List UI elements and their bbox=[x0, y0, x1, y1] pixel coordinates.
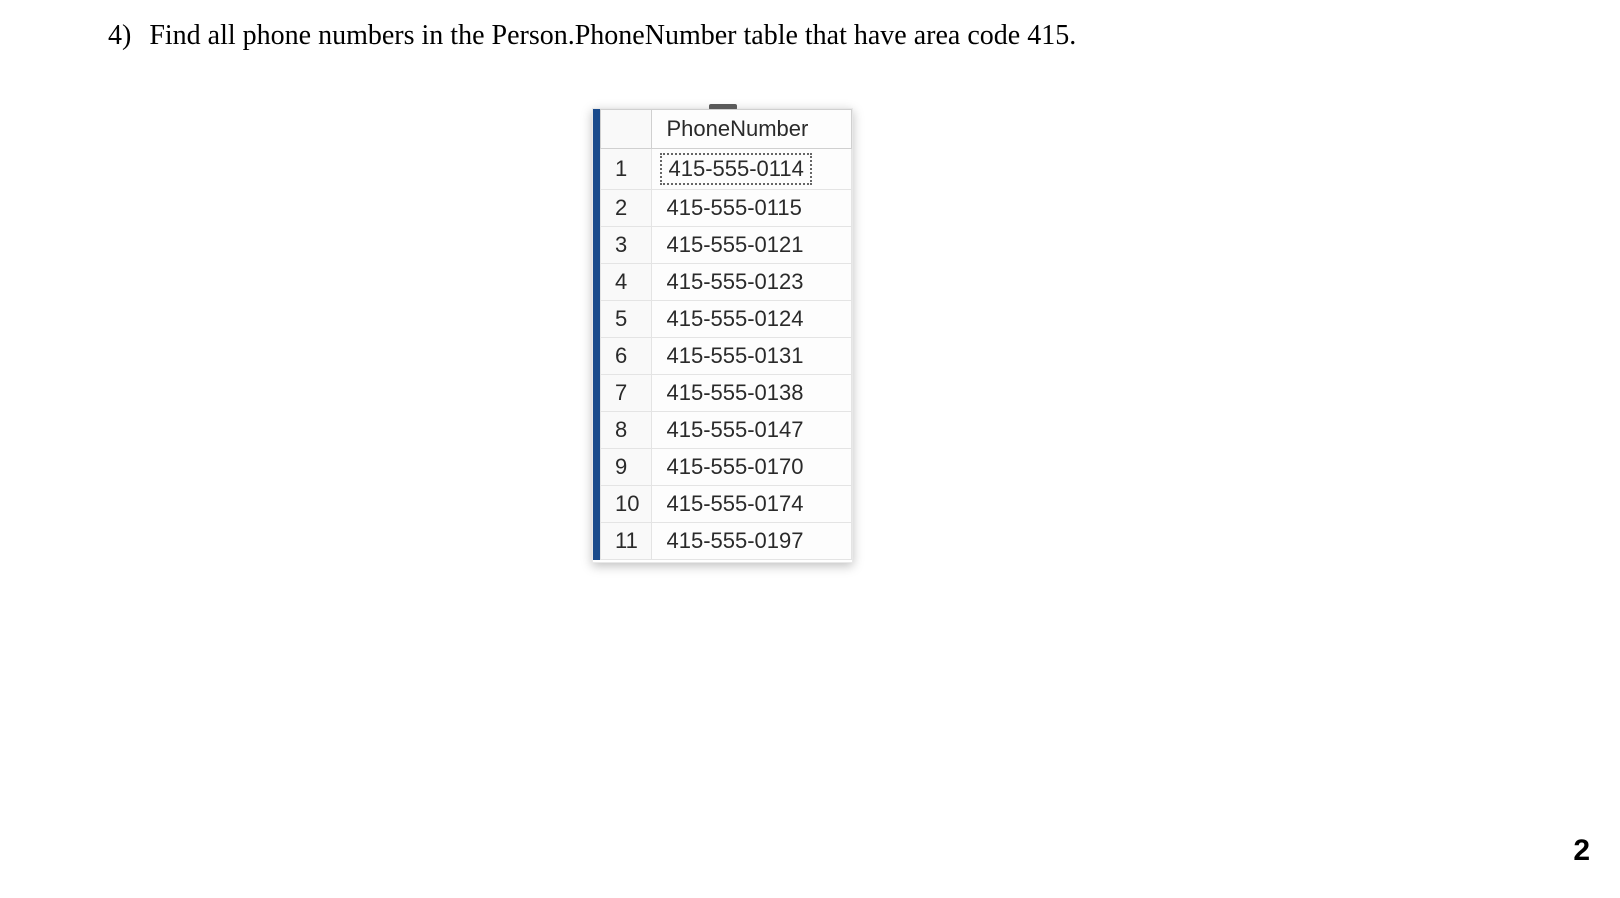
row-number: 10 bbox=[601, 486, 652, 523]
cell-phone[interactable]: 415-555-0147 bbox=[652, 412, 852, 449]
cell-phone[interactable]: 415-555-0170 bbox=[652, 449, 852, 486]
corner-cell bbox=[601, 110, 652, 149]
table-row[interactable]: 8 415-555-0147 bbox=[601, 412, 852, 449]
question-text: Find all phone numbers in the Person.Pho… bbox=[149, 20, 1076, 52]
row-number: 1 bbox=[601, 149, 652, 190]
selection-stripe bbox=[593, 109, 600, 560]
grid-body: 1 415-555-0114 2 415-555-0115 3 415-555-… bbox=[601, 149, 852, 560]
results-grid[interactable]: PhoneNumber 1 415-555-0114 2 415-555-011… bbox=[600, 109, 852, 560]
cell-phone[interactable]: 415-555-0124 bbox=[652, 301, 852, 338]
cell-phone[interactable]: 415-555-0138 bbox=[652, 375, 852, 412]
row-number: 4 bbox=[601, 264, 652, 301]
table-row[interactable]: 9 415-555-0170 bbox=[601, 449, 852, 486]
cell-phone[interactable]: 415-555-0114 bbox=[652, 149, 852, 190]
row-number: 6 bbox=[601, 338, 652, 375]
table-row[interactable]: 7 415-555-0138 bbox=[601, 375, 852, 412]
question-number: 4) bbox=[108, 20, 131, 52]
row-number: 3 bbox=[601, 227, 652, 264]
table-row[interactable]: 3 415-555-0121 bbox=[601, 227, 852, 264]
question-row: 4) Find all phone numbers in the Person.… bbox=[108, 20, 1076, 52]
row-number: 5 bbox=[601, 301, 652, 338]
cell-phone[interactable]: 415-555-0123 bbox=[652, 264, 852, 301]
results-panel: PhoneNumber 1 415-555-0114 2 415-555-011… bbox=[592, 108, 853, 563]
table-row[interactable]: 6 415-555-0131 bbox=[601, 338, 852, 375]
row-number: 11 bbox=[601, 523, 652, 560]
row-number: 8 bbox=[601, 412, 652, 449]
row-number: 9 bbox=[601, 449, 652, 486]
table-row[interactable]: 11 415-555-0197 bbox=[601, 523, 852, 560]
column-header-phone[interactable]: PhoneNumber bbox=[652, 110, 852, 149]
table-row[interactable]: 1 415-555-0114 bbox=[601, 149, 852, 190]
table-row[interactable]: 2 415-555-0115 bbox=[601, 190, 852, 227]
table-row[interactable]: 5 415-555-0124 bbox=[601, 301, 852, 338]
header-row: PhoneNumber bbox=[601, 110, 852, 149]
cell-phone[interactable]: 415-555-0197 bbox=[652, 523, 852, 560]
table-row[interactable]: 4 415-555-0123 bbox=[601, 264, 852, 301]
table-row[interactable]: 10 415-555-0174 bbox=[601, 486, 852, 523]
row-number: 7 bbox=[601, 375, 652, 412]
cell-phone[interactable]: 415-555-0115 bbox=[652, 190, 852, 227]
selected-cell-value: 415-555-0114 bbox=[660, 153, 811, 185]
cell-phone[interactable]: 415-555-0131 bbox=[652, 338, 852, 375]
cell-phone[interactable]: 415-555-0174 bbox=[652, 486, 852, 523]
page-number: 2 bbox=[1573, 834, 1590, 868]
row-number: 2 bbox=[601, 190, 652, 227]
cell-phone[interactable]: 415-555-0121 bbox=[652, 227, 852, 264]
